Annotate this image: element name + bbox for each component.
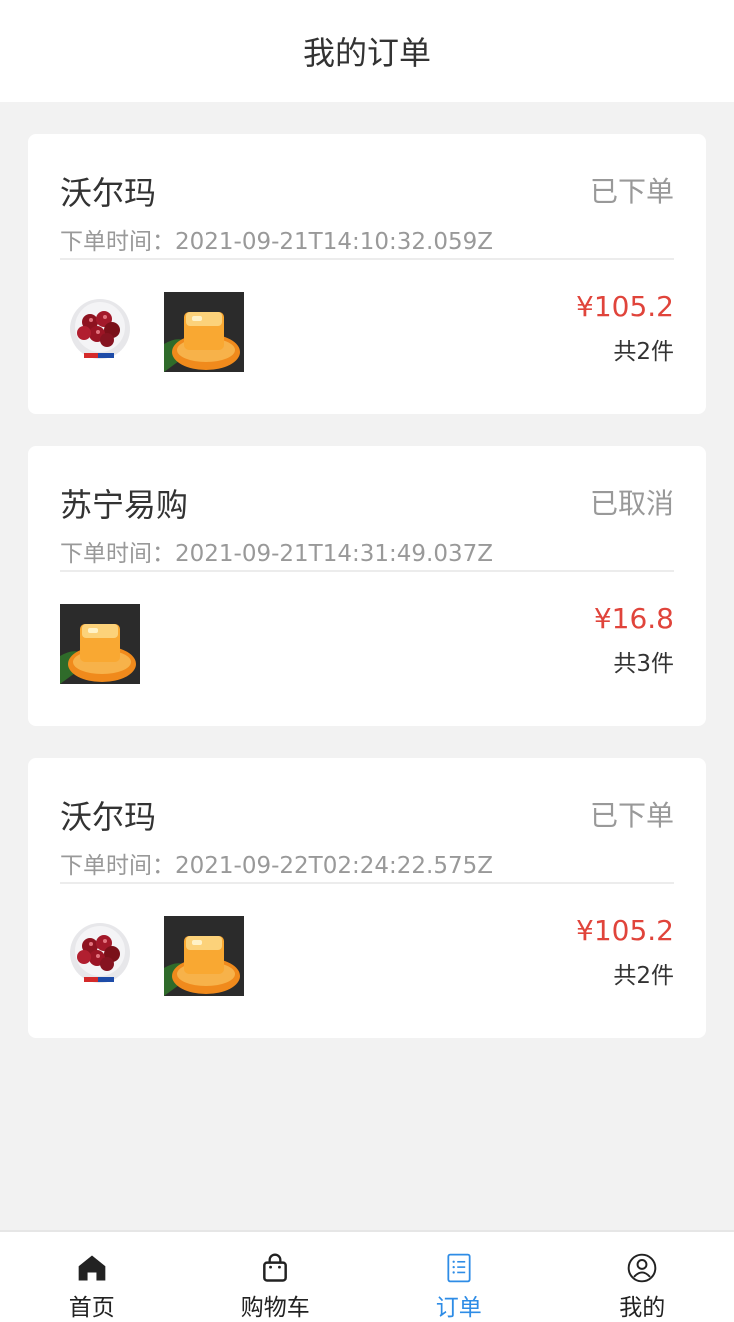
order-status: 已下单 [589, 799, 674, 832]
orange-product-image [164, 916, 244, 996]
product-thumbnails [60, 292, 268, 372]
order-time-label: 下单时间： [60, 229, 175, 255]
order-item-count: 共3件 [613, 651, 674, 677]
cherry-product-image [60, 916, 140, 996]
product-thumbnails [60, 604, 164, 684]
tab-cart[interactable]: 购物车 [184, 1232, 368, 1322]
shop-name: 沃尔玛 [60, 174, 157, 212]
order-item-count: 共2件 [613, 339, 674, 365]
tab-orders[interactable]: 订单 [367, 1232, 551, 1322]
order-card-header: 苏宁易购 已取消 下单时间：2021-09-21T14:31:49.037Z [60, 446, 674, 572]
order-card-header: 沃尔玛 已下单 下单时间：2021-09-21T14:10:32.059Z [60, 134, 674, 260]
order-card[interactable]: 沃尔玛 已下单 下单时间：2021-09-22T02:24:22.575Z ¥1… [28, 758, 706, 1038]
shop-name: 沃尔玛 [60, 798, 157, 836]
order-card-body: ¥105.2 共2件 [60, 260, 674, 410]
order-card[interactable]: 沃尔玛 已下单 下单时间：2021-09-21T14:10:32.059Z ¥1… [28, 134, 706, 414]
order-time: 下单时间：2021-09-21T14:31:49.037Z [60, 534, 493, 568]
tab-profile[interactable]: 我的 [551, 1232, 734, 1322]
order-card-body: ¥105.2 共2件 [60, 884, 674, 1034]
order-status: 已下单 [589, 175, 674, 208]
order-list: 沃尔玛 已下单 下单时间：2021-09-21T14:10:32.059Z ¥1… [28, 134, 706, 1070]
orange-product-image [60, 604, 140, 684]
order-item-count: 共2件 [613, 963, 674, 989]
order-list-icon [447, 1253, 471, 1283]
order-status: 已取消 [589, 487, 674, 520]
page-title: 我的订单 [302, 34, 431, 72]
order-card-body: ¥16.8 共3件 [60, 572, 674, 722]
order-time-label: 下单时间： [60, 853, 175, 879]
user-icon [627, 1253, 657, 1283]
tab-orders-label: 订单 [435, 1295, 482, 1321]
order-time-value: 2021-09-22T02:24:22.575Z [175, 853, 493, 879]
tab-cart-label: 购物车 [240, 1295, 310, 1321]
shop-name: 苏宁易购 [60, 486, 189, 524]
bottom-tab-bar: 首页 购物车 订单 我的 [0, 1230, 734, 1322]
order-time: 下单时间：2021-09-22T02:24:22.575Z [60, 846, 493, 880]
cherry-product-image [60, 292, 140, 372]
header: 我的订单 [0, 0, 734, 102]
order-card[interactable]: 苏宁易购 已取消 下单时间：2021-09-21T14:31:49.037Z ¥… [28, 446, 706, 726]
order-price: ¥105.2 [576, 290, 674, 323]
home-icon [78, 1255, 106, 1281]
tab-profile-label: 我的 [619, 1295, 666, 1321]
order-time-value: 2021-09-21T14:31:49.037Z [175, 541, 493, 567]
orange-product-image [164, 292, 244, 372]
order-price: ¥105.2 [576, 914, 674, 947]
shopping-bag-icon [263, 1253, 288, 1282]
order-time-value: 2021-09-21T14:10:32.059Z [175, 229, 493, 255]
order-card-header: 沃尔玛 已下单 下单时间：2021-09-22T02:24:22.575Z [60, 758, 674, 884]
order-time-label: 下单时间： [60, 541, 175, 567]
product-thumbnails [60, 916, 268, 996]
tab-home[interactable]: 首页 [0, 1232, 184, 1322]
tab-home-label: 首页 [68, 1295, 115, 1321]
order-time: 下单时间：2021-09-21T14:10:32.059Z [60, 222, 493, 256]
order-price: ¥16.8 [593, 602, 674, 635]
